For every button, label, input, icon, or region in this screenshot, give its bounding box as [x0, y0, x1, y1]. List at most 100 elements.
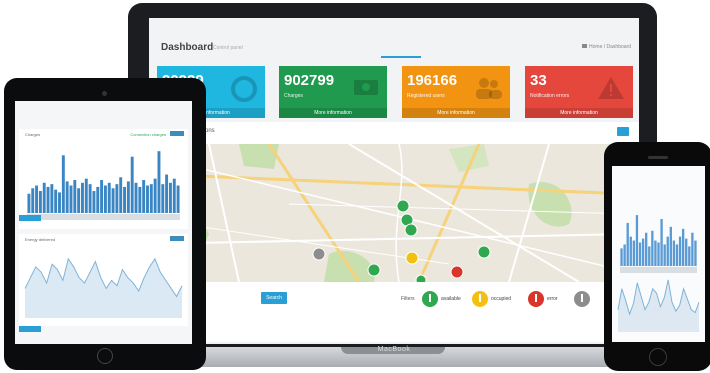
- chart-bar: [626, 222, 629, 266]
- chart-bar: [115, 184, 119, 213]
- chart-bar: [146, 185, 149, 213]
- users-icon: [476, 78, 502, 99]
- energy-panel: Energy delivered: [19, 234, 188, 326]
- laptop-brand: MacBook: [377, 346, 411, 353]
- legend-offline[interactable]: [573, 290, 591, 313]
- chart-bar: [672, 240, 676, 266]
- chart-bar: [123, 186, 126, 213]
- laptop-screen: Dashboard Control panel Home / Dashboard…: [149, 18, 639, 344]
- occupied-pin-icon: [472, 291, 488, 307]
- chart-bar: [666, 236, 669, 266]
- chart-bar: [65, 181, 69, 213]
- phone-bar-chart: [620, 215, 697, 273]
- chart-bar: [100, 180, 104, 213]
- chart-bar: [46, 186, 50, 213]
- phone-screen: [612, 166, 705, 342]
- panel-legend: Connection charges: [130, 132, 166, 137]
- chart-bar: [96, 186, 100, 213]
- chart-bar: [149, 184, 153, 213]
- chart-bar: [172, 178, 176, 213]
- chart-bar: [50, 184, 54, 213]
- stat-value: 196166: [407, 72, 458, 89]
- chart-bar: [107, 182, 111, 213]
- chart-bar: [669, 226, 672, 266]
- legend-error[interactable]: error: [527, 290, 558, 313]
- chart-bar: [103, 185, 107, 213]
- stat-label: Charges: [284, 93, 303, 99]
- chart-bar: [111, 188, 115, 213]
- panel-tools[interactable]: [170, 131, 184, 136]
- chart-bar: [638, 242, 642, 266]
- chart-bar: [651, 230, 654, 266]
- chart-bar: [35, 185, 39, 213]
- legend-available[interactable]: available: [421, 290, 461, 313]
- chart-bar: [42, 182, 46, 213]
- legend-label: available: [441, 296, 461, 302]
- stat-tile-charges[interactable]: 902799 Charges More information: [279, 66, 387, 118]
- tablet-home-button[interactable]: [97, 348, 113, 364]
- chart-bar: [92, 191, 96, 213]
- map-panel: ons Search Filters available occupied er…: [149, 122, 639, 342]
- stat-label: Notification errors: [530, 93, 570, 99]
- chart-bar: [142, 180, 146, 213]
- chart-bar: [176, 185, 180, 213]
- map-panel-title: ons: [205, 128, 215, 134]
- chart-bar: [168, 182, 172, 213]
- panel-action-button[interactable]: [19, 215, 41, 221]
- stat-value: 33: [530, 72, 547, 89]
- station-map[interactable]: [149, 144, 629, 282]
- map-pin-available: [396, 199, 410, 213]
- chart-bar: [678, 236, 682, 266]
- active-tab-indicator: [381, 56, 421, 58]
- chart-bar: [660, 219, 663, 266]
- search-button[interactable]: Search: [261, 292, 287, 304]
- chart-bar: [161, 184, 165, 213]
- map-panel-toggle-button[interactable]: [617, 127, 629, 136]
- chart-bar: [153, 178, 157, 213]
- panel-tools[interactable]: [170, 236, 184, 241]
- more-info-link[interactable]: More information: [525, 108, 633, 118]
- chart-bar: [73, 180, 77, 213]
- chart-bar: [134, 182, 138, 213]
- panel-title: Charges: [25, 132, 41, 137]
- stat-value: 902799: [284, 72, 335, 89]
- more-info-link[interactable]: More information: [279, 108, 387, 118]
- chart-bar: [623, 244, 626, 266]
- breadcrumb-text: Home / Dashboard: [589, 44, 631, 50]
- error-pin-icon: [528, 291, 544, 307]
- stat-label: Registered users: [407, 93, 445, 99]
- offline-pin-icon: [574, 291, 590, 307]
- map-graphics: [149, 144, 629, 282]
- card-icon: [354, 80, 378, 95]
- chart-axis-band: [27, 214, 180, 220]
- chart-bar: [165, 174, 169, 213]
- available-pin-icon: [422, 291, 438, 307]
- chart-bar: [58, 192, 61, 213]
- chart-bar: [38, 191, 42, 213]
- stat-tile-users[interactable]: 196166 Registered users More information: [402, 66, 510, 118]
- chart-bar: [641, 238, 645, 266]
- chart-bar: [648, 246, 651, 266]
- page-subtitle: Control panel: [213, 45, 243, 51]
- phone-area-chart: [617, 279, 700, 332]
- page-title: Dashboard: [161, 42, 214, 53]
- stat-tile-errors[interactable]: 33 Notification errors More information: [525, 66, 633, 118]
- breadcrumb[interactable]: Home / Dashboard: [582, 44, 631, 50]
- chart-bar: [27, 193, 31, 213]
- charges-bar-chart: [27, 151, 180, 220]
- chart-bar: [681, 228, 685, 266]
- panel-title: Energy delivered: [25, 237, 56, 242]
- warning-icon: [598, 77, 624, 99]
- circle-chart-icon: [231, 76, 257, 102]
- panel-action-button[interactable]: [19, 326, 41, 332]
- phone-home-button[interactable]: [649, 348, 667, 366]
- legend-occupied[interactable]: occupied: [471, 290, 511, 313]
- dashboard-header: Dashboard Control panel Home / Dashboard: [149, 18, 639, 73]
- more-info-link[interactable]: More information: [402, 108, 510, 118]
- phone-speaker: [648, 156, 668, 159]
- tablet-screen: Charges Connection charges Energy delive…: [15, 101, 192, 344]
- legend-label: error: [547, 296, 558, 302]
- chart-bar: [685, 238, 688, 266]
- chart-bar: [69, 185, 73, 213]
- charges-panel: Charges Connection charges: [19, 129, 188, 229]
